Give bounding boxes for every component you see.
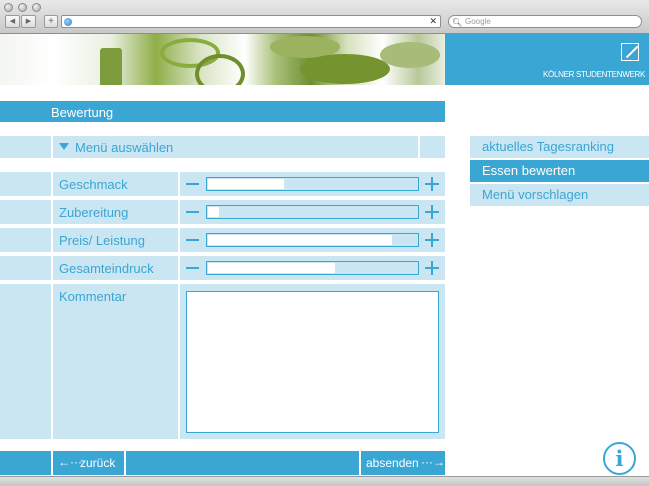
comment-label: Kommentar (59, 289, 127, 304)
sidebar-item-label: aktuelles Tagesranking (482, 139, 615, 154)
close-icon[interactable]: ✕ (429, 16, 437, 27)
plus-icon[interactable] (425, 177, 439, 191)
info-button[interactable]: i (603, 442, 636, 475)
submit-button[interactable]: absenden ···→ (361, 451, 445, 475)
close-window-button[interactable] (4, 3, 13, 12)
sidebar-item-label: Essen bewerten (482, 163, 576, 178)
menu-select-dropdown[interactable]: Menü auswählen (53, 136, 418, 158)
address-bar[interactable]: ✕ (61, 15, 441, 28)
browser-status-bar (0, 476, 649, 486)
zoom-window-button[interactable] (32, 3, 41, 12)
submit-button-label: absenden (366, 456, 419, 470)
rating-slider[interactable] (206, 177, 419, 191)
add-bookmark-button[interactable]: + (44, 15, 58, 28)
rating-label: Geschmack (59, 177, 128, 192)
minus-icon[interactable] (186, 239, 199, 241)
logo-icon (621, 43, 639, 61)
forward-button[interactable]: ▶ (21, 15, 36, 28)
comment-textarea[interactable] (186, 291, 439, 433)
rating-slider[interactable] (206, 261, 419, 275)
plus-icon[interactable] (425, 261, 439, 275)
search-field[interactable]: 🔍︎ Google (448, 15, 642, 28)
globe-icon (64, 18, 72, 26)
brand-block: KÖLNER STUDENTENWERK (445, 34, 649, 85)
arrow-right-icon: ···→ (421, 455, 445, 469)
minus-icon[interactable] (186, 267, 199, 269)
plus-icon: + (48, 16, 54, 27)
rating-fill (208, 179, 285, 189)
header-banner-image (0, 34, 445, 85)
rating-label: Zubereitung (59, 205, 129, 220)
rating-fill (208, 263, 335, 273)
plus-icon[interactable] (425, 205, 439, 219)
minus-icon[interactable] (186, 211, 199, 213)
minimize-window-button[interactable] (18, 3, 27, 12)
rating-label: Preis/ Leistung (59, 233, 145, 248)
rating-fill (208, 235, 392, 245)
sidebar-item-ranking[interactable]: aktuelles Tagesranking (470, 136, 649, 158)
browser-toolbar: ◀ ▶ + ✕ 🔍︎ Google (0, 0, 649, 34)
rating-label: Gesamteindruck (59, 261, 154, 276)
arrow-right-icon: ▶ (25, 18, 32, 25)
back-button[interactable]: ◀ (5, 15, 20, 28)
menu-select-label: Menü auswählen (75, 140, 174, 155)
back-button[interactable]: ←··· zurück (53, 451, 124, 475)
sidebar-item-rate[interactable]: Essen bewerten (470, 160, 649, 182)
search-placeholder: Google (465, 17, 491, 26)
rating-slider[interactable] (206, 233, 419, 247)
brand-name: KÖLNER STUDENTENWERK (542, 70, 645, 79)
sidebar-item-label: Menü vorschlagen (482, 187, 589, 202)
back-button-label: zurück (80, 456, 116, 470)
minus-icon[interactable] (186, 183, 199, 185)
triangle-down-icon (59, 143, 69, 150)
page-title: Bewertung (51, 105, 114, 120)
section-header: Bewertung (0, 101, 445, 122)
sidebar-item-suggest[interactable]: Menü vorschlagen (470, 184, 649, 206)
rating-fill (208, 207, 219, 217)
rating-slider[interactable] (206, 205, 419, 219)
plus-icon[interactable] (425, 233, 439, 247)
info-icon: i (615, 446, 624, 471)
arrow-left-icon: ←··· (58, 455, 82, 469)
search-icon: 🔍︎ (452, 18, 463, 27)
arrow-left-icon: ◀ (9, 18, 16, 25)
